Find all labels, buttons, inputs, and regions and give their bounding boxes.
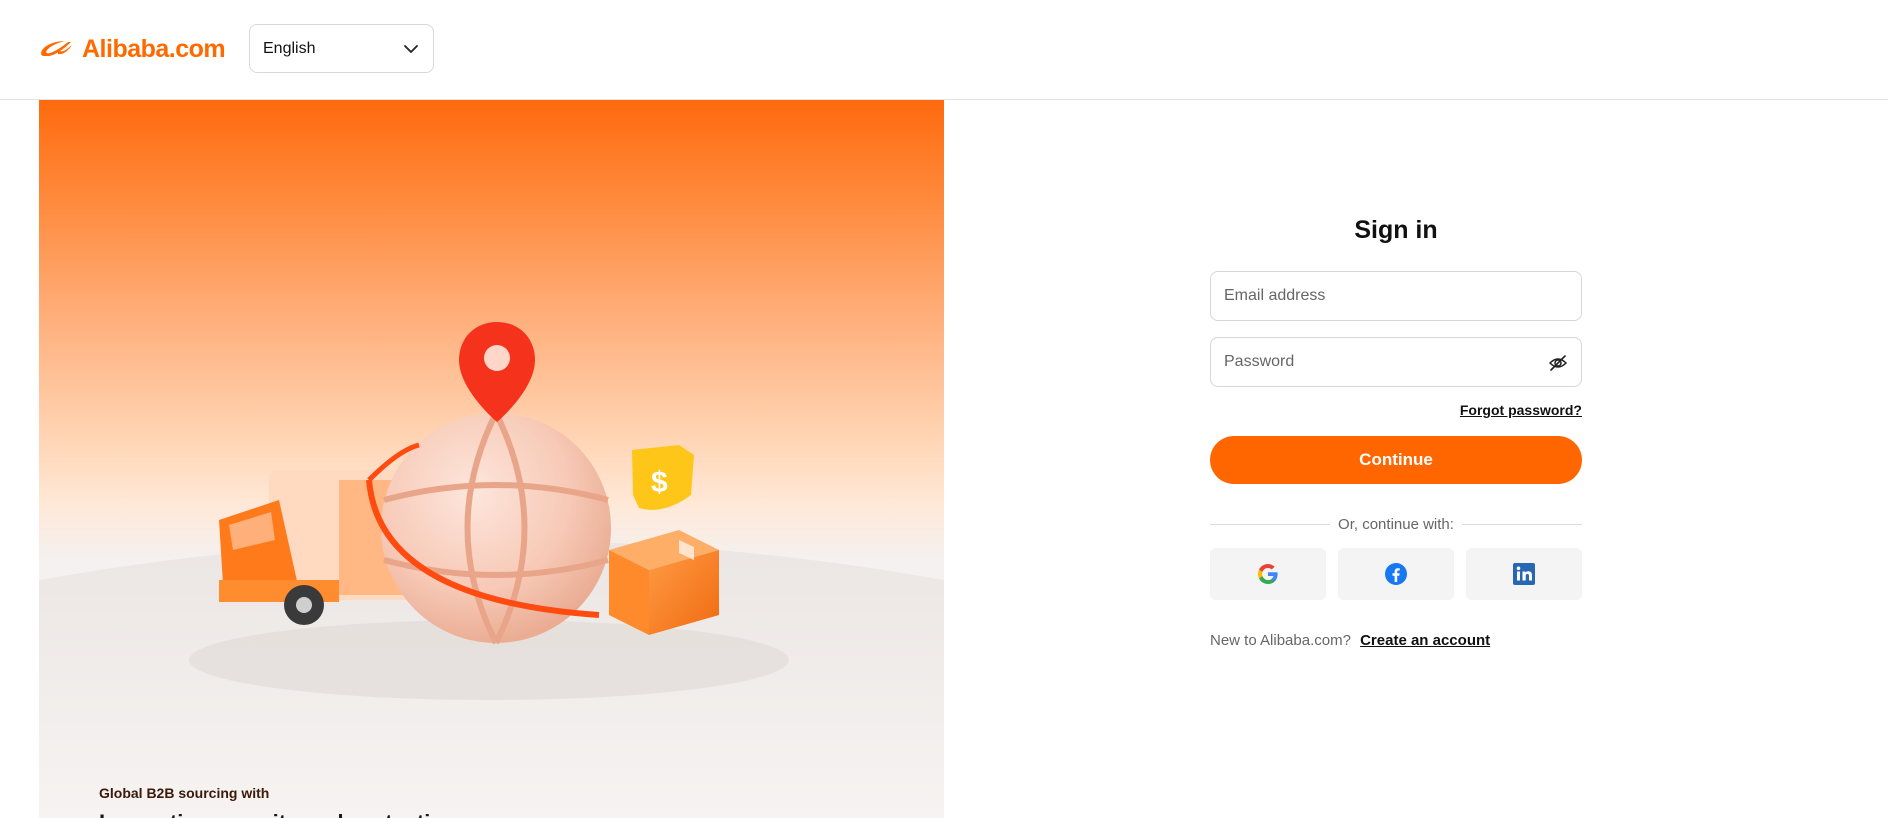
create-account-link[interactable]: Create an account [1360, 632, 1490, 649]
linkedin-icon [1513, 563, 1535, 585]
forgot-password-link[interactable]: Forgot password? [1210, 402, 1582, 418]
google-login-button[interactable] [1210, 548, 1326, 600]
google-icon [1258, 564, 1278, 584]
email-field-wrapper [1210, 271, 1582, 321]
social-divider: Or, continue with: [1210, 516, 1582, 533]
password-field[interactable] [1211, 338, 1581, 386]
hero-banner: $ Global B2B sourcing with Innovative se… [39, 100, 944, 818]
hero-caption: Global B2B sourcing with [99, 785, 270, 801]
continue-button[interactable]: Continue [1210, 436, 1582, 484]
divider-line-right [1461, 524, 1582, 525]
new-account-text: New to Alibaba.com? [1210, 632, 1351, 649]
password-field-wrapper [1210, 337, 1582, 387]
package-box-graphic [609, 530, 719, 635]
hero-headline: Innovative security and protection [99, 810, 457, 818]
svg-text:$: $ [651, 466, 668, 499]
divider-text: Or, continue with: [1338, 516, 1454, 533]
signin-title: Sign in [1354, 216, 1438, 244]
language-select[interactable]: English [249, 24, 434, 73]
divider-line-left [1210, 524, 1331, 525]
dollar-shield-graphic: $ [632, 445, 694, 510]
email-field[interactable] [1211, 272, 1581, 320]
linkedin-login-button[interactable] [1466, 548, 1582, 600]
logo-text: Alibaba.com [82, 34, 226, 63]
eye-off-icon[interactable] [1548, 353, 1568, 373]
social-login-buttons [1210, 548, 1582, 600]
facebook-login-button[interactable] [1338, 548, 1454, 600]
language-selected: English [263, 39, 316, 57]
chevron-down-icon [404, 44, 418, 53]
hero-illustration: $ [39, 322, 944, 818]
alibaba-logo[interactable]: Alibaba.com [38, 34, 226, 64]
new-account-prompt: New to Alibaba.com? Create an account [1210, 632, 1582, 649]
top-bar: Alibaba.com English [0, 0, 1888, 100]
facebook-icon [1385, 563, 1407, 585]
signin-panel: Sign in Forgot password? Continue Or, co… [1210, 216, 1582, 649]
location-pin-graphic [459, 322, 535, 422]
alibaba-logo-icon [41, 41, 72, 56]
